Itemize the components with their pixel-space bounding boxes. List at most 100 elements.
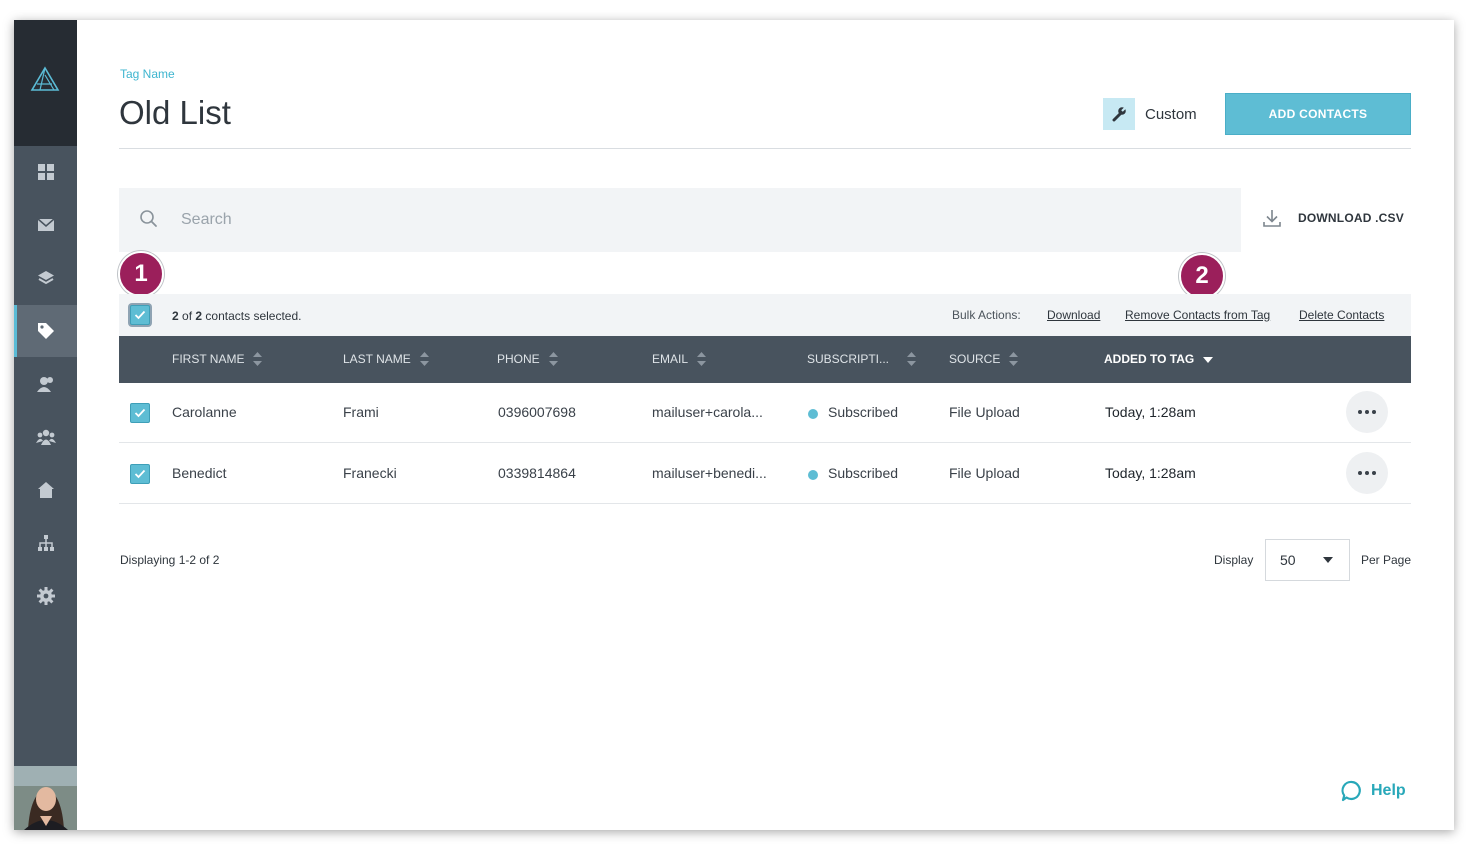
cell-last-name: Frami — [343, 404, 379, 420]
per-page-label: Per Page — [1361, 553, 1412, 567]
download-csv-label: DOWNLOAD .CSV — [1298, 211, 1404, 225]
cell-phone: 0396007698 — [498, 404, 576, 420]
contacts-icon — [36, 377, 53, 392]
mail-icon — [37, 218, 54, 231]
row-checkbox[interactable] — [130, 464, 150, 484]
bulk-download-link[interactable]: Download — [1047, 308, 1100, 322]
help-chat-icon — [1341, 780, 1361, 802]
column-header-last-name[interactable]: LAST NAME — [343, 352, 429, 366]
sort-icon — [697, 352, 707, 366]
column-header-email[interactable]: EMAIL — [652, 352, 707, 366]
column-header-added-to-tag[interactable]: ADDED TO TAG — [1104, 352, 1214, 366]
custom-button[interactable]: Custom — [1103, 98, 1197, 130]
sidebar-item-tags[interactable] — [14, 305, 77, 357]
column-header-label: SUBSCRIPTI... — [807, 352, 890, 366]
title-divider — [119, 148, 1411, 149]
sidebar-item-sitemap[interactable] — [14, 517, 77, 569]
column-header-label: FIRST NAME — [172, 352, 245, 366]
callout-badge: 1 — [118, 251, 164, 297]
total-count: 2 — [195, 309, 203, 323]
sidebar-item-dashboard[interactable] — [14, 146, 77, 198]
display-label: Display — [1214, 553, 1254, 567]
breadcrumb[interactable]: Tag Name — [120, 67, 175, 81]
remove-from-tag-link[interactable]: Remove Contacts from Tag — [1125, 308, 1270, 322]
sidebar-item-home[interactable] — [14, 464, 77, 516]
column-header-label: LAST NAME — [343, 352, 411, 366]
sidebar-item-contacts[interactable] — [14, 358, 77, 410]
selected-count: 2 — [172, 309, 179, 323]
delete-contacts-link[interactable]: Delete Contacts — [1299, 308, 1384, 322]
cell-first-name: Carolanne — [172, 404, 237, 420]
download-csv-button[interactable]: DOWNLOAD .CSV — [1262, 208, 1404, 228]
search-bar — [119, 188, 1241, 252]
search-input[interactable] — [171, 204, 1211, 236]
cell-subscription: Subscribed — [828, 404, 899, 420]
row-actions-button[interactable] — [1346, 391, 1388, 433]
cell-source: File Upload — [949, 465, 1020, 481]
search-icon — [140, 210, 157, 227]
column-header-source[interactable]: SOURCE — [949, 352, 1019, 366]
chevron-down-icon — [1323, 557, 1333, 563]
logo-area[interactable] — [14, 20, 77, 146]
custom-label: Custom — [1145, 105, 1197, 123]
sidebar-item-mail[interactable] — [14, 199, 77, 251]
select-all-checkbox[interactable] — [130, 305, 150, 325]
page-title: Old List — [119, 94, 231, 131]
table-header: FIRST NAME LAST NAME PHONE EMAIL SUBSCRI… — [119, 336, 1411, 383]
download-icon — [1263, 210, 1281, 227]
sort-icon — [253, 352, 263, 366]
sidebar-item-groups[interactable] — [14, 411, 77, 463]
sitemap-icon — [37, 535, 54, 551]
help-label: Help — [1371, 782, 1406, 799]
column-header-subscription[interactable]: SUBSCRIPTI... — [807, 352, 917, 366]
row-actions-button[interactable] — [1346, 452, 1388, 494]
column-header-label: ADDED TO TAG — [1104, 352, 1195, 366]
cell-email: mailuser+benedi... — [652, 465, 767, 481]
bulk-actions-label: Bulk Actions: — [952, 308, 1021, 322]
per-page-select[interactable]: 50 — [1265, 539, 1350, 581]
user-avatar[interactable] — [14, 766, 77, 830]
sidebar-item-layers[interactable] — [14, 252, 77, 304]
per-page-value: 50 — [1280, 552, 1296, 568]
column-header-first-name[interactable]: FIRST NAME — [172, 352, 263, 366]
column-header-label: SOURCE — [949, 352, 1001, 366]
wrench-icon — [1103, 98, 1135, 130]
selected-count-text: 2 of 2 contacts selected. — [172, 309, 301, 323]
home-icon — [37, 482, 54, 498]
sidebar-item-settings[interactable] — [14, 570, 77, 622]
tag-icon — [37, 323, 54, 339]
status-dot — [808, 409, 818, 419]
callout-badge: 2 — [1179, 253, 1225, 299]
checkmark-icon — [134, 310, 146, 320]
checkmark-icon — [134, 469, 146, 479]
sort-icon — [907, 352, 917, 366]
checkmark-icon — [134, 408, 146, 418]
sidebar — [14, 20, 77, 830]
status-dot — [808, 470, 818, 480]
selected-suffix: contacts selected. — [205, 309, 302, 323]
column-header-label: EMAIL — [652, 352, 689, 366]
sort-icon — [1009, 352, 1019, 366]
cell-added-to-tag: Today, 1:28am — [1105, 465, 1196, 481]
more-icon — [1358, 471, 1376, 475]
settings-icon — [36, 587, 55, 605]
cell-last-name: Franecki — [343, 465, 397, 481]
app-window: Tag Name Old List Custom ADD CONTACTS Se… — [14, 20, 1454, 830]
main-content: Tag Name Old List Custom ADD CONTACTS Se… — [77, 20, 1454, 830]
cell-subscription: Subscribed — [828, 465, 899, 481]
layers-icon — [37, 271, 54, 285]
help-button[interactable]: Help — [1341, 780, 1406, 802]
sort-icon — [419, 352, 429, 366]
table-row[interactable]: Carolanne Frami 0396007698 mailuser+caro… — [119, 383, 1411, 443]
bulk-actions-bar: 2 of 2 contacts selected. Bulk Actions: … — [119, 294, 1411, 336]
table-row[interactable]: Benedict Franecki 0339814864 mailuser+be… — [119, 444, 1411, 504]
cell-email: mailuser+carola... — [652, 404, 763, 420]
add-contacts-button[interactable]: ADD CONTACTS — [1225, 93, 1411, 135]
sort-icon — [548, 352, 558, 366]
row-checkbox[interactable] — [130, 403, 150, 423]
more-icon — [1358, 410, 1376, 414]
column-header-phone[interactable]: PHONE — [497, 352, 558, 366]
groups-icon — [35, 429, 56, 445]
logo-icon — [30, 66, 60, 91]
cell-first-name: Benedict — [172, 465, 227, 481]
